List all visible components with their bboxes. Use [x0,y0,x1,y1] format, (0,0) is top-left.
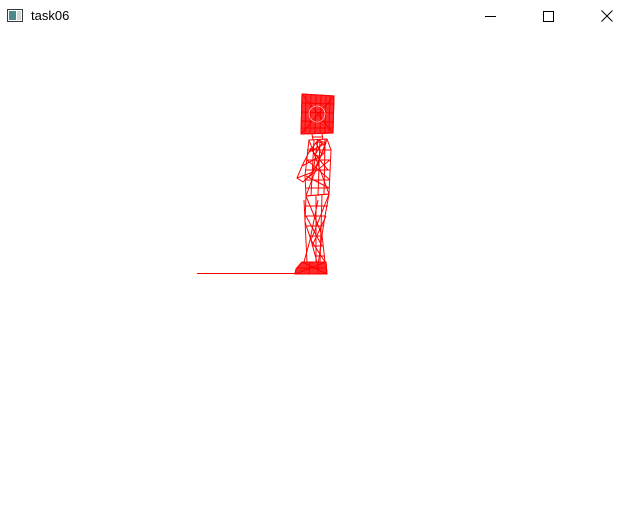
figure-legs [303,193,330,267]
render-canvas[interactable] [0,0,636,512]
figure-head [300,93,335,135]
application-window: task06 [0,0,636,512]
figure-feet [294,261,328,275]
wireframe-figure [294,93,335,275]
